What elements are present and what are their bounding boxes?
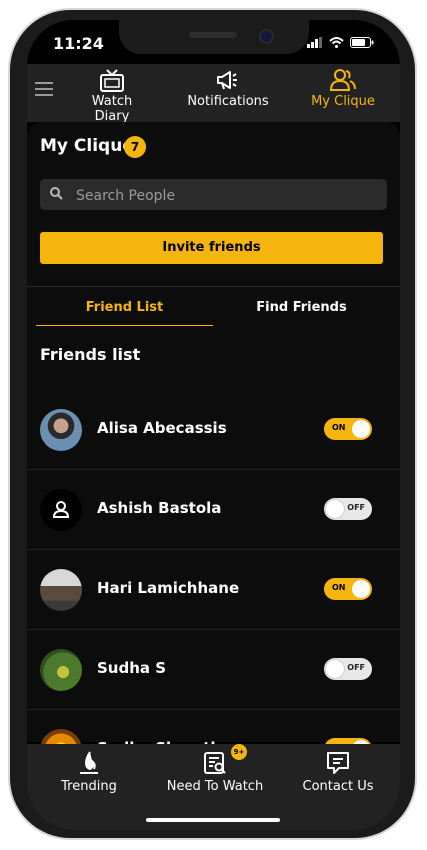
home-indicator[interactable] [146, 818, 280, 822]
person-icon [52, 501, 70, 518]
tab-watch-diary-label: Watch Diary [91, 94, 133, 124]
avatar [40, 649, 82, 691]
notification-badge: 9+ [231, 744, 247, 760]
tab-find-friends[interactable]: Find Friends [213, 300, 390, 315]
friend-row[interactable]: Hari Lamichhane ON [27, 550, 400, 630]
search-input[interactable] [74, 179, 378, 212]
toggle-label: ON [332, 583, 346, 592]
toggle-label: ON [332, 423, 346, 432]
avatar-placeholder [40, 489, 82, 531]
bottom-navigation: Trending Need To Watch 9+ Contact Us [27, 744, 400, 830]
toggle-knob [352, 420, 370, 438]
page-title: My Clique [40, 136, 134, 156]
friend-name: Sudha S [97, 659, 167, 677]
status-time: 11:24 [53, 34, 104, 53]
tab-friend-list[interactable]: Friend List [36, 300, 213, 315]
front-camera [259, 29, 274, 44]
signal-icon [307, 37, 322, 48]
avatar [40, 409, 82, 451]
tab-need-to-watch-label: Need To Watch [166, 779, 264, 794]
top-navigation: Watch Diary Notifications My Clique [27, 64, 400, 124]
notch [119, 20, 309, 54]
list-search-icon [204, 752, 226, 774]
active-tab-indicator [36, 325, 213, 326]
tab-my-clique-label: My Clique [311, 94, 375, 109]
search-bar [40, 179, 387, 212]
flame-icon [80, 751, 98, 774]
friend-toggle[interactable]: ON [324, 578, 372, 600]
tab-my-clique[interactable]: My Clique [308, 68, 378, 109]
friend-count-badge: 7 [124, 136, 146, 158]
divider [27, 286, 400, 287]
invite-friends-button[interactable]: Invite friends [40, 232, 383, 264]
tv-icon [100, 69, 124, 92]
tab-contact-us-label: Contact Us [302, 779, 374, 794]
toggle-knob [352, 580, 370, 598]
status-icons [307, 37, 374, 48]
toggle-label: OFF [347, 503, 365, 512]
section-title: Friends list [40, 345, 141, 364]
avatar [40, 569, 82, 611]
tab-contact-us[interactable]: Contact Us [297, 750, 379, 794]
wifi-icon [329, 37, 344, 48]
friend-toggle[interactable]: OFF [324, 498, 372, 520]
toggle-knob [326, 660, 344, 678]
toggle-knob [326, 500, 344, 518]
tab-notifications-label: Notifications [187, 94, 269, 109]
friend-name: Ashish Bastola [97, 499, 222, 517]
chat-icon [327, 752, 349, 774]
search-icon [50, 187, 63, 200]
hamburger-menu-icon[interactable] [35, 78, 53, 100]
tab-watch-diary[interactable]: Watch Diary [75, 68, 149, 124]
group-icon [329, 69, 356, 91]
friend-toggle[interactable]: OFF [324, 658, 372, 680]
toggle-label: OFF [347, 663, 365, 672]
tab-trending[interactable]: Trending [49, 750, 129, 794]
speaker [189, 32, 237, 38]
tab-trending-label: Trending [61, 779, 117, 794]
friend-name: Alisa Abecassis [97, 419, 227, 437]
megaphone-icon [217, 71, 237, 90]
friend-row[interactable]: Sudha S OFF [27, 630, 400, 710]
friend-row[interactable]: Ashish Bastola OFF [27, 470, 400, 550]
tab-notifications[interactable]: Notifications [187, 68, 269, 109]
tab-need-to-watch[interactable]: Need To Watch [165, 750, 265, 794]
friend-name: Hari Lamichhane [97, 579, 240, 597]
friend-toggle[interactable]: ON [324, 418, 372, 440]
friend-row[interactable]: Alisa Abecassis ON [27, 390, 400, 470]
battery-icon [350, 37, 374, 48]
main-content: My Clique 7 Invite friends Friend List F… [27, 122, 400, 771]
app-screen: 11:24 Watch Diary Notifications My Cliqu… [27, 20, 400, 830]
